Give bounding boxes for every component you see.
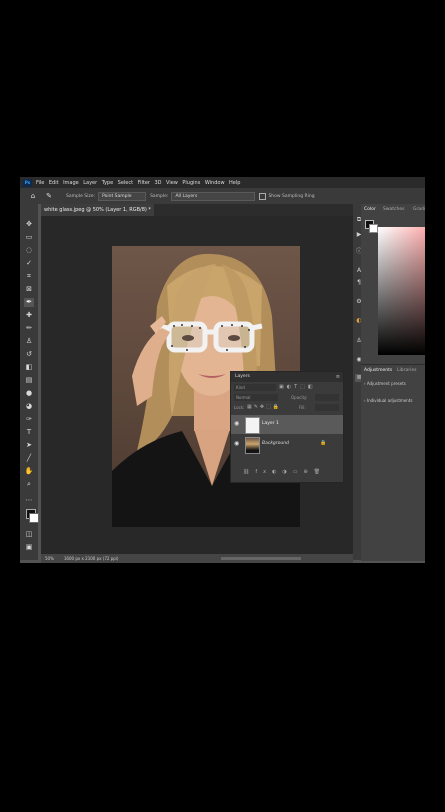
type-tool-icon[interactable]: T xyxy=(24,428,34,437)
lock-icon: 🔒 xyxy=(320,440,327,446)
lock-label: Lock: xyxy=(234,405,245,410)
horizontal-scrollbar[interactable] xyxy=(221,557,301,560)
tools-panel: ✥ ▭ ◌ ✓ ⌗ ⊠ ✒ ✚ ✏ ♙ ↺ ◧ ▤ ● ◕ ✑ T ➤ ╱ ✋ … xyxy=(20,204,39,560)
document-tab-title: white glass.jpeg @ 50% (Layer 1, RGB/8) … xyxy=(44,207,151,213)
show-sampling-ring-label: Show Sampling Ring xyxy=(268,193,315,199)
opacity-label: Opacity: xyxy=(291,395,308,400)
layer-row-background[interactable]: ◉ Background 🔒 xyxy=(231,435,343,454)
eyedropper-icon[interactable]: ✒ xyxy=(24,298,34,307)
document-tab[interactable]: white glass.jpeg @ 50% (Layer 1, RGB/8) … xyxy=(41,204,154,216)
photoshop-logo: Ps xyxy=(23,178,32,187)
sample-size-select[interactable]: Point Sample xyxy=(98,191,147,201)
chevron-right-icon: › xyxy=(364,398,366,403)
more-tools-icon[interactable]: ⋯ xyxy=(24,496,34,505)
healing-brush-icon[interactable]: ✚ xyxy=(24,311,34,320)
menu-help[interactable]: Help xyxy=(229,180,240,186)
dodge-tool-icon[interactable]: ◕ xyxy=(24,402,34,411)
shape-tool-icon[interactable]: ╱ xyxy=(24,454,34,463)
fill-input[interactable] xyxy=(315,404,339,411)
blend-mode-select[interactable]: Normal xyxy=(234,394,278,401)
opacity-input[interactable] xyxy=(315,394,339,401)
menu-select[interactable]: Select xyxy=(118,180,133,186)
hand-tool-icon[interactable]: ✋ xyxy=(24,467,34,476)
frame-tool-icon[interactable]: ⊠ xyxy=(24,285,34,294)
gradient-tool-icon[interactable]: ▤ xyxy=(24,376,34,385)
lock-icons[interactable]: ▦✎✥⬚🔒 xyxy=(247,404,281,411)
background-swatch[interactable] xyxy=(369,224,378,233)
lasso-tool-icon[interactable]: ◌ xyxy=(24,246,34,255)
layers-panel-header[interactable]: Layers ≡ xyxy=(231,372,343,382)
zoom-tool-icon[interactable]: ⌕ xyxy=(24,480,34,489)
menu-layer[interactable]: Layer xyxy=(83,180,97,186)
quick-mask-icon[interactable]: ◫ xyxy=(24,530,34,539)
adjustment-presets-row[interactable]: › Adjustment presets xyxy=(364,381,406,386)
chevron-right-icon: › xyxy=(364,381,366,386)
layer-name[interactable]: Layer 1 xyxy=(262,421,279,426)
menu-image[interactable]: Image xyxy=(63,180,79,186)
layers-footer-icons[interactable]: ⛓fx◐◑▭⊕🗑 xyxy=(243,469,326,475)
layer-name[interactable]: Background xyxy=(262,441,289,446)
menu-plugins[interactable]: Plugins xyxy=(182,180,200,186)
eraser-tool-icon[interactable]: ◧ xyxy=(24,363,34,372)
menu-filter[interactable]: Filter xyxy=(138,180,150,186)
history-brush-icon[interactable]: ↺ xyxy=(24,350,34,359)
layer-thumbnail xyxy=(245,437,260,454)
menu-bar: Ps File Edit Image Layer Type Select Fil… xyxy=(20,177,425,188)
move-tool-icon[interactable]: ✥ xyxy=(24,220,34,229)
phone-screen: { "menu": { "app_icon": "Ps", "items": [… xyxy=(0,0,445,812)
zoom-level[interactable]: 50% xyxy=(45,556,54,561)
brush-tool-icon[interactable]: ✏ xyxy=(24,324,34,333)
home-icon[interactable]: ⌂ xyxy=(28,192,38,200)
filter-kind-select[interactable]: Kind xyxy=(234,384,276,391)
adjustments-panel: Adjustments Libraries › Adjustment prese… xyxy=(361,364,425,561)
eyedropper-tool-icon[interactable]: ✎ xyxy=(44,192,54,200)
layer-thumbnail xyxy=(245,417,260,434)
clone-stamp-icon[interactable]: ♙ xyxy=(24,337,34,346)
blend-mode-value: Normal xyxy=(236,395,251,400)
blur-tool-icon[interactable]: ● xyxy=(24,389,34,398)
tab-adjustments[interactable]: Adjustments xyxy=(364,365,392,377)
status-bar: 50% 1600 px x 2100 px (72 ppi) xyxy=(41,554,353,563)
marquee-tool-icon[interactable]: ▭ xyxy=(24,233,34,242)
show-sampling-ring-checkbox[interactable] xyxy=(259,192,267,200)
visibility-eye-icon[interactable]: ◉ xyxy=(234,420,239,427)
menu-type[interactable]: Type xyxy=(102,180,113,186)
document-info[interactable]: 1600 px x 2100 px (72 ppi) xyxy=(64,556,119,561)
screen-mode-icon[interactable]: ▣ xyxy=(24,543,34,552)
panel-menu-icon[interactable]: ≡ xyxy=(336,372,340,382)
document-tab-bar: white glass.jpeg @ 50% (Layer 1, RGB/8) … xyxy=(41,204,353,216)
tab-gradients[interactable]: Gradi xyxy=(413,204,425,216)
menu-view[interactable]: View xyxy=(166,180,178,186)
individual-adjustments-label: Individual adjustments xyxy=(366,398,413,403)
color-panel: Color Swatches Gradi xyxy=(361,204,425,364)
sample-label: Sample: xyxy=(150,193,169,199)
menu-3d[interactable]: 3D xyxy=(155,180,162,186)
tab-libraries[interactable]: Libraries xyxy=(397,365,416,377)
menu-file[interactable]: File xyxy=(36,180,44,186)
adjustment-presets-label: Adjustment presets xyxy=(366,381,406,386)
sample-size-label: Sample Size: xyxy=(66,193,96,199)
menu-edit[interactable]: Edit xyxy=(49,180,59,186)
fill-label: Fill: xyxy=(299,405,306,410)
crop-tool-icon[interactable]: ⌗ xyxy=(24,272,34,281)
filter-kind-label: Kind xyxy=(236,385,245,390)
sample-select[interactable]: All Layers xyxy=(171,191,256,201)
layer-filter-icons[interactable]: ▣◐T⬚◧ xyxy=(279,384,316,390)
individual-adjustments-row[interactable]: › Individual adjustments xyxy=(364,398,412,403)
quick-select-tool-icon[interactable]: ✓ xyxy=(24,259,34,268)
menu-window[interactable]: Window xyxy=(205,180,225,186)
tab-color[interactable]: Color xyxy=(364,204,376,216)
color-picker-field[interactable] xyxy=(378,227,425,355)
tab-swatches[interactable]: Swatches xyxy=(383,204,405,216)
visibility-eye-icon[interactable]: ◉ xyxy=(234,440,239,447)
background-color-swatch[interactable] xyxy=(29,513,39,523)
layers-panel: Layers ≡ Kind ▣◐T⬚◧ Normal Opacity: Lock… xyxy=(230,371,344,483)
photoshop-window: Ps File Edit Image Layer Type Select Fil… xyxy=(20,177,425,563)
layer-row-layer1[interactable]: ◉ Layer 1 xyxy=(231,415,343,434)
options-bar: ⌂ ✎ Sample Size: Point Sample Sample: Al… xyxy=(20,188,425,204)
path-select-icon[interactable]: ➤ xyxy=(24,441,34,450)
layers-panel-title: Layers xyxy=(235,374,250,379)
pen-tool-icon[interactable]: ✑ xyxy=(24,415,34,424)
